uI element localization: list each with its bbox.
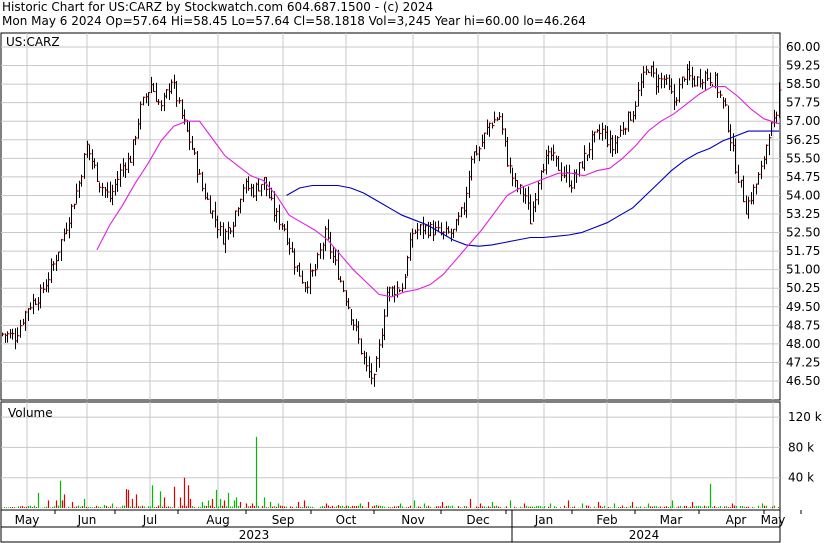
month-label-mar: Mar [660,513,683,527]
price-tick-label: 54.75 [786,170,820,184]
volume-panel-frame [0,401,781,511]
symbol-label: US:CARZ [6,35,60,49]
month-label-feb: Feb [596,513,617,527]
price-tick-label: 60.00 [786,40,820,54]
month-label-may: May [761,513,786,527]
price-tick-label: 46.50 [786,374,820,388]
price-tick-label: 57.75 [786,96,820,110]
volume-axis-ticks: 120 k 80 k 40 k [788,410,822,485]
month-label-jul: Jul [142,513,157,527]
price-tick-label: 57.00 [786,114,820,128]
price-tick-label: 48.75 [786,318,820,332]
year-label-2023: 2023 [239,528,270,542]
month-label-aug: Aug [206,513,229,527]
year-label-2024: 2024 [629,528,660,542]
month-label-jan: Jan [534,513,554,527]
volume-tick-label: 120 k [788,410,822,424]
volume-tick-label: 80 k [788,440,814,454]
price-axis-ticks: 60.00 59.25 58.50 57.75 57.00 56.25 55.50 54.75… [786,40,820,388]
month-label-sep: Sep [272,513,295,527]
price-tick-label: 49.50 [786,300,820,314]
price-tick-label: 54.00 [786,188,820,202]
price-tick-label: 52.50 [786,226,820,240]
price-tick-label: 47.25 [786,355,820,369]
price-tick-label: 51.75 [786,244,820,258]
volume-panel: 120 k 80 k 40 k Volume [0,401,822,511]
month-label-jun: Jun [77,513,97,527]
time-axis: May Jun Jul Aug Sep Oct Nov Dec Jan Feb Mar Apr May … [0,509,802,543]
month-label-may: May [15,513,40,527]
price-tick-label: 50.25 [786,281,820,295]
volume-tick-label: 40 k [788,471,814,485]
price-panel: 60.00 59.25 58.50 57.75 57.00 56.25 55.50 54.75… [0,32,820,401]
price-tick-label: 58.50 [786,77,820,91]
price-tick-label: 48.00 [786,337,820,351]
stock-chart: 60.00 59.25 58.50 57.75 57.00 56.25 55.50 54.75… [0,32,822,543]
price-tick-label: 55.50 [786,151,820,165]
price-tick-label: 59.25 [786,59,820,73]
month-label-oct: Oct [336,513,357,527]
price-tick-label: 53.25 [786,207,820,221]
volume-label: Volume [8,406,53,420]
month-label-dec: Dec [466,513,489,527]
month-label-nov: Nov [401,513,424,527]
price-tick-label: 56.25 [786,133,820,147]
month-label-apr: Apr [726,513,747,527]
price-panel-frame [0,32,781,401]
price-tick-label: 51.00 [786,263,820,277]
